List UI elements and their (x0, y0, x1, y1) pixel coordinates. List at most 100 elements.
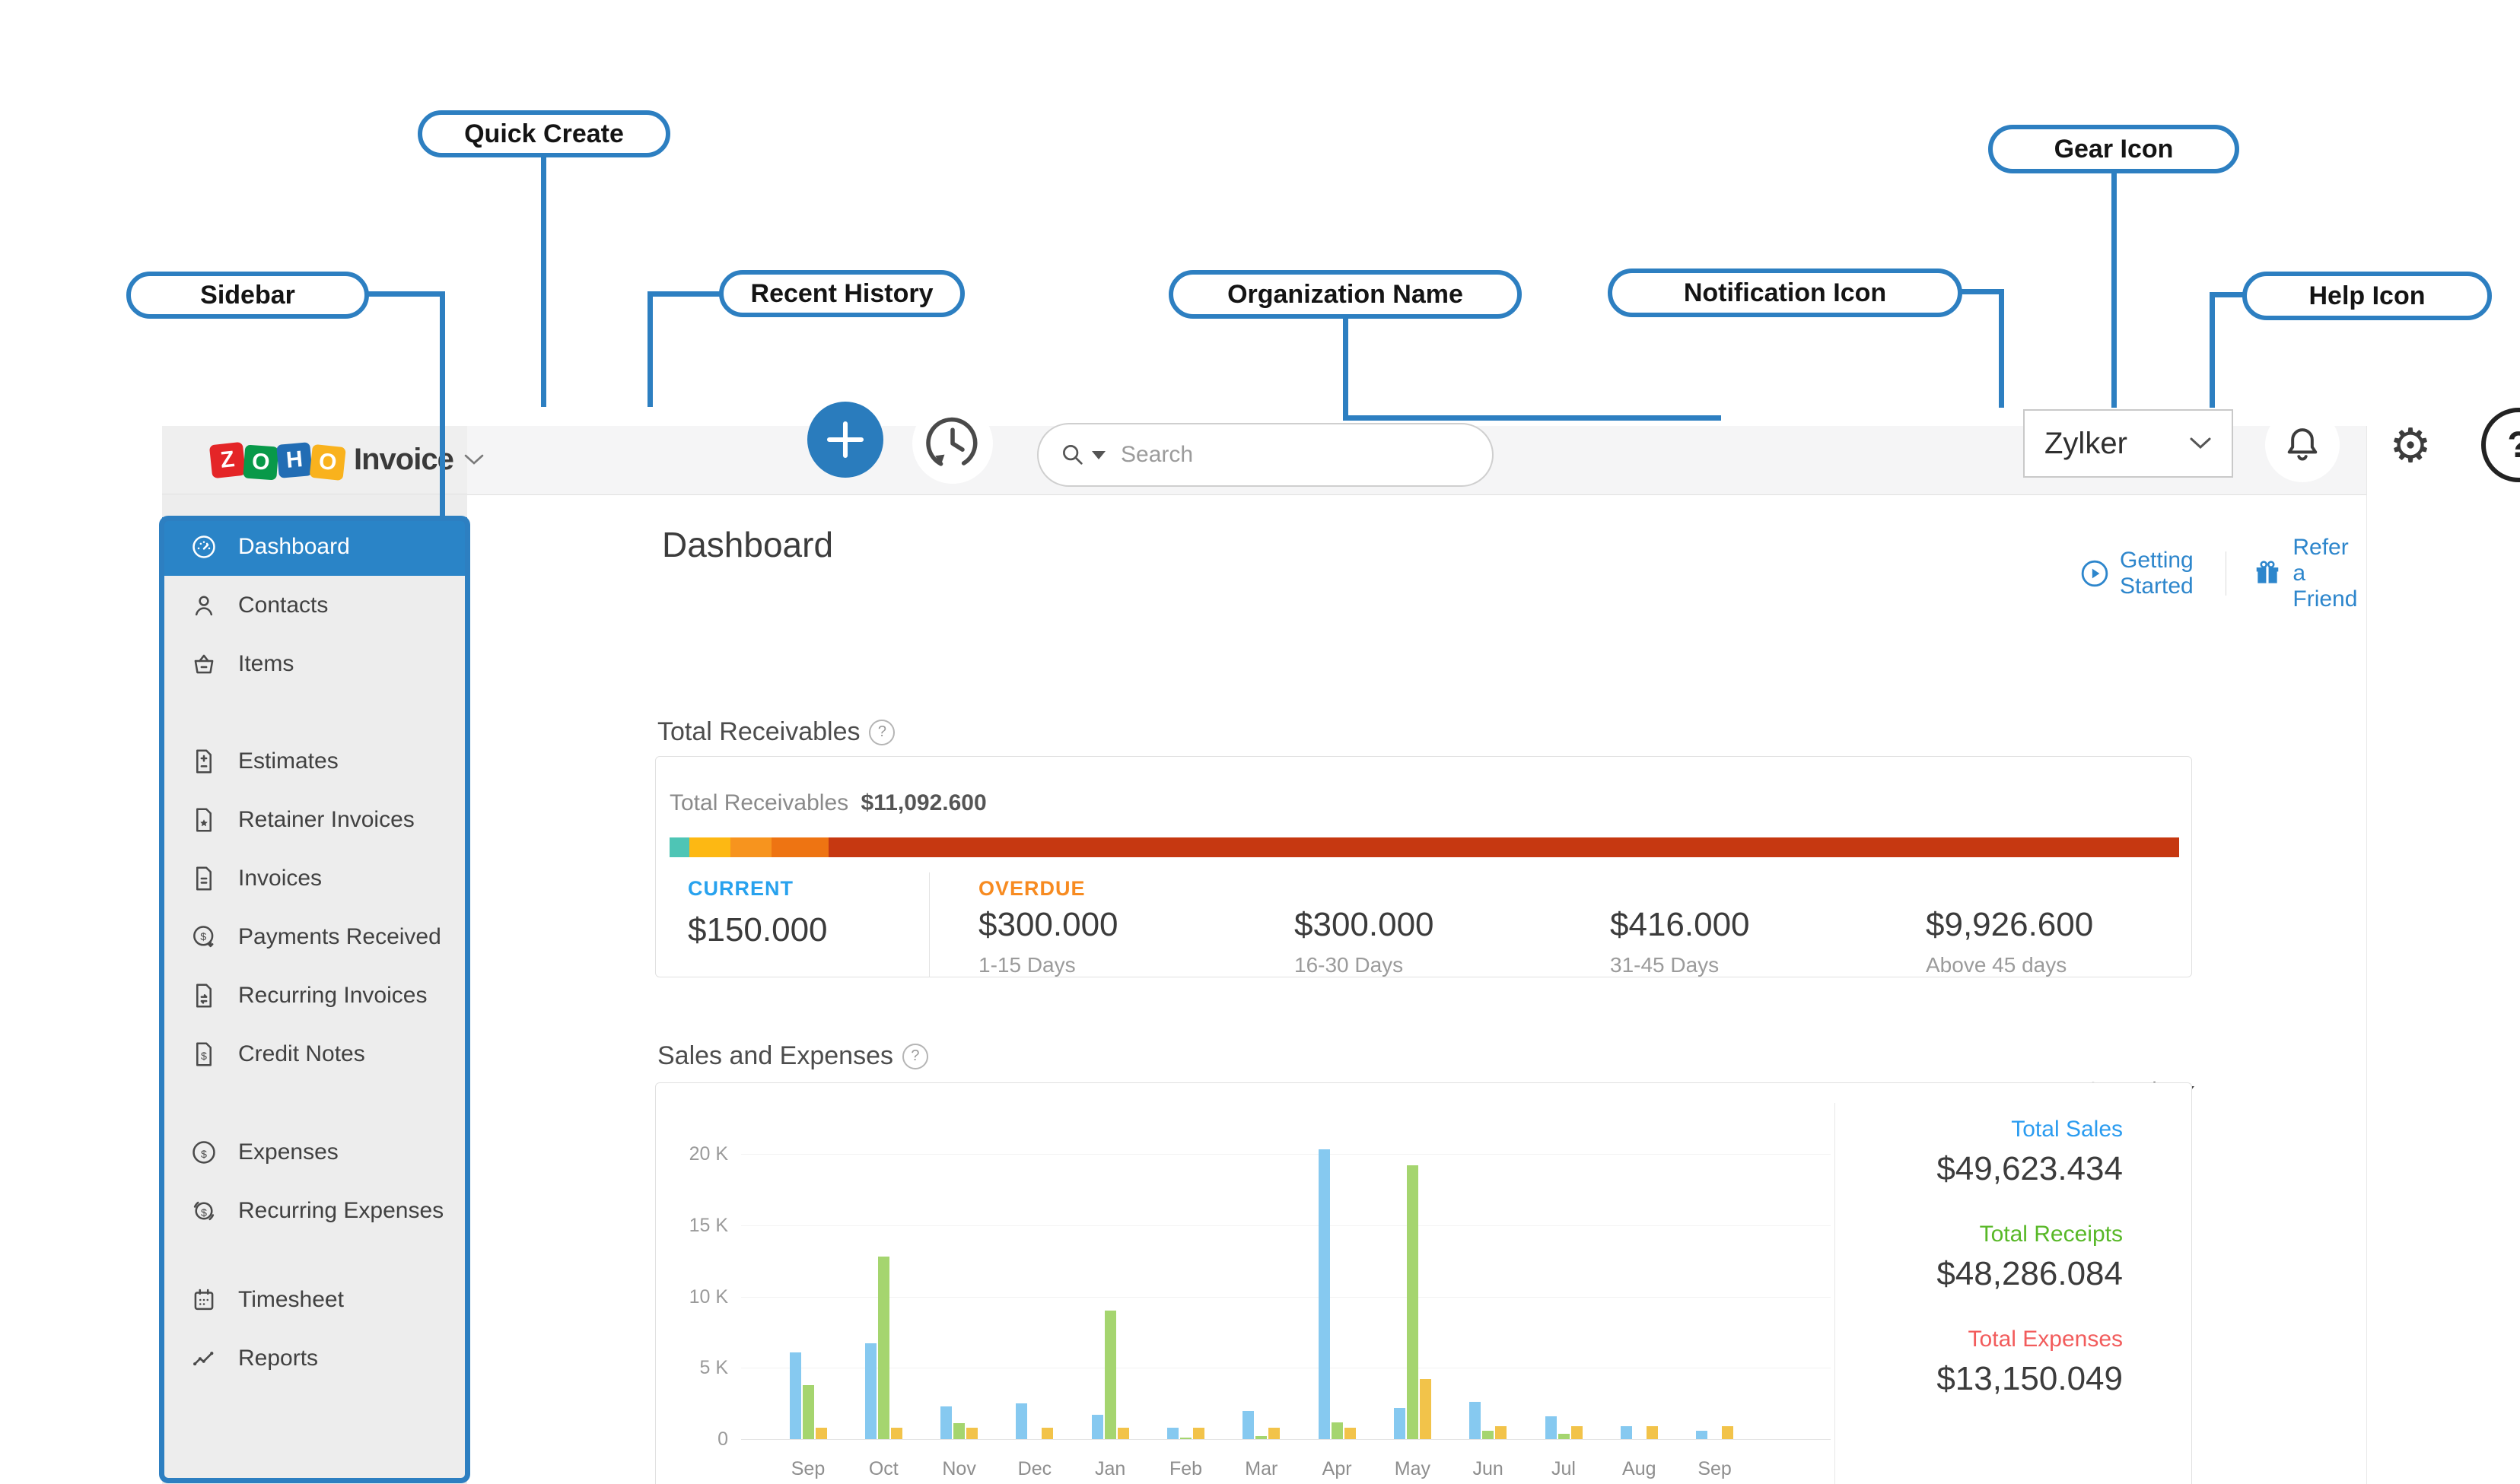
recurring-expense-icon: $ (189, 1196, 218, 1225)
info-question-icon[interactable]: ? (902, 1043, 928, 1069)
sidebar-item-estimates[interactable]: Estimates (162, 732, 467, 790)
search-scope-caret-icon[interactable] (1092, 450, 1106, 459)
callout-gear-icon-label: Gear Icon (2054, 134, 2174, 164)
aging-segment-overdue-1-15-days (689, 837, 731, 857)
aging-column-1-15-days: OVERDUE $300.000 1-15 Days (930, 872, 1246, 977)
sidebar-item-retainer-invoices[interactable]: Retainer Invoices (162, 790, 467, 849)
items-basket-icon (189, 650, 218, 678)
sidebar-item-expenses[interactable]: $ Expenses (162, 1123, 467, 1181)
sidebar-item-label: Dashboard (238, 533, 350, 559)
credit-note-icon: $ (189, 1040, 218, 1069)
callout-organization-name-label: Organization Name (1227, 279, 1463, 309)
sidebar-item-recurring-invoices[interactable]: Recurring Invoices (162, 966, 467, 1025)
refer-a-friend-link[interactable]: Refer a Friend (2253, 535, 2366, 612)
sidebar-item-label: Credit Notes (238, 1041, 365, 1066)
bar-expenses-sep2016 (815, 1428, 827, 1439)
estimate-document-icon (189, 747, 218, 776)
callout-gear-icon: Gear Icon (1988, 125, 2239, 173)
notification-connector-v (1999, 289, 2004, 408)
bar-expenses-jun2017 (1495, 1426, 1507, 1439)
bar-sales-jun2017 (1469, 1402, 1481, 1439)
aging-column-31-45-days: $416.000 31-45 Days (1561, 872, 1877, 977)
callout-sidebar: Sidebar (126, 272, 369, 319)
chart-totals-divider (1834, 1103, 1835, 1484)
recurring-invoice-icon (189, 981, 218, 1010)
aging-segment-overdue-above-45-days (829, 837, 2179, 857)
x-axis-label-mar2017: Mar2017 (1240, 1458, 1283, 1484)
total-receivables-card: Total Receivables $11,092.600 CURRENT $1… (655, 756, 2192, 977)
overdue-label: OVERDUE (978, 877, 1086, 900)
search-icon (1060, 442, 1086, 468)
current-amount: $150.000 (688, 911, 828, 949)
sidebar-item-timesheet[interactable]: Timesheet (162, 1270, 467, 1329)
getting-started-link[interactable]: Getting Started (2080, 548, 2198, 599)
callout-notification-icon: Notification Icon (1608, 269, 1962, 317)
total-receivables-title-text: Total Receivables (657, 717, 861, 746)
sidebar-item-label: Estimates (238, 748, 339, 774)
info-question-icon[interactable]: ? (869, 719, 896, 745)
x-axis-label-feb2017: Feb2017 (1165, 1458, 1208, 1484)
search-input[interactable] (1119, 441, 1471, 469)
sidebar-item-credit-notes[interactable]: $ Credit Notes (162, 1025, 467, 1083)
total-label: Total Sales (2011, 1117, 2123, 1142)
total-entry-total-expenses: Total Expenses $13,150.049 (1936, 1327, 2123, 1398)
callout-organization-name: Organization Name (1169, 270, 1522, 319)
settings-button[interactable]: ⚙ (2373, 408, 2448, 482)
chevron-down-icon[interactable] (464, 454, 484, 466)
sidebar-item-reports[interactable]: Reports (162, 1329, 467, 1387)
notification-button[interactable] (2265, 408, 2340, 482)
gridline-15K (741, 1225, 1831, 1226)
search-bar[interactable] (1037, 423, 1494, 487)
gridline-20K (741, 1154, 1831, 1155)
retainer-invoice-icon (189, 806, 218, 834)
total-entry-total-sales: Total Sales $49,623.434 (1936, 1117, 2123, 1188)
organization-connector-h (1343, 415, 1721, 421)
bar-expenses-oct2016 (890, 1428, 902, 1439)
bar-sales-jul2017 (1545, 1416, 1557, 1439)
app-window: Zylker ⚙ ? ZOHO Invoice (159, 402, 2520, 1484)
sidebar-item-items[interactable]: Items (162, 634, 467, 693)
bar-receipts-apr2017 (1331, 1422, 1343, 1439)
quick-create-button[interactable] (807, 402, 883, 478)
column-label-spacer (1926, 877, 2193, 901)
callout-help-icon: Help Icon (2242, 272, 2492, 320)
bar-sales-may2017 (1393, 1407, 1405, 1439)
question-mark-icon: ? (2507, 424, 2520, 466)
sidebar-item-invoices[interactable]: Invoices (162, 849, 467, 907)
reports-trend-icon (189, 1344, 218, 1373)
total-label: Total Receipts (1979, 1222, 2123, 1247)
bar-receipts-sep2016 (802, 1384, 814, 1439)
aging-column-16-30-days: $300.000 16-30 Days (1246, 872, 1561, 977)
sidebar-connector-h (368, 291, 445, 297)
callout-help-icon-label: Help Icon (2308, 281, 2426, 310)
logo-area[interactable]: ZOHO Invoice (162, 426, 484, 494)
recent-history-button[interactable] (917, 408, 988, 479)
logo-block-o3: O (309, 443, 346, 481)
aging-column-above-45-days: $9,926.600 Above 45 days (1877, 872, 2193, 977)
bar-sales-feb2017 (1167, 1428, 1179, 1439)
callout-notification-icon-label: Notification Icon (1683, 278, 1887, 307)
receivables-summary-label: Total Receivables (670, 790, 849, 815)
organization-dropdown[interactable]: Zylker (2023, 409, 2233, 478)
x-axis-label-sep2016: Sep2016 (787, 1458, 829, 1484)
sidebar-item-recurring-expenses[interactable]: $ Recurring Expenses (162, 1181, 467, 1240)
total-label: Total Expenses (1968, 1327, 2123, 1352)
column-label-spacer (1294, 877, 1561, 901)
aging-period-label: Above 45 days (1926, 953, 2067, 977)
sidebar-item-contacts[interactable]: Contacts (162, 576, 467, 634)
invoice-document-icon (189, 864, 218, 893)
bar-expenses-jan2017 (1117, 1428, 1129, 1439)
x-axis-label-jul2017: Jul2017 (1542, 1458, 1585, 1484)
bar-expenses-dec2016 (1042, 1428, 1054, 1439)
getting-started-label: Getting Started (2120, 548, 2194, 599)
x-axis-label-nov2016: Nov2016 (938, 1458, 981, 1484)
bar-expenses-jul2017 (1570, 1426, 1583, 1439)
sidebar-item-payments-received[interactable]: $ Payments Received (162, 907, 467, 966)
menu-gap (162, 1083, 467, 1123)
column-label-spacer (1610, 877, 1877, 901)
gridline-10K (741, 1296, 1831, 1298)
help-button[interactable]: ? (2481, 408, 2520, 482)
help-connector-v (2210, 292, 2215, 408)
sidebar-item-dashboard[interactable]: Dashboard (162, 517, 467, 576)
recent-history-connector-h (648, 291, 721, 297)
